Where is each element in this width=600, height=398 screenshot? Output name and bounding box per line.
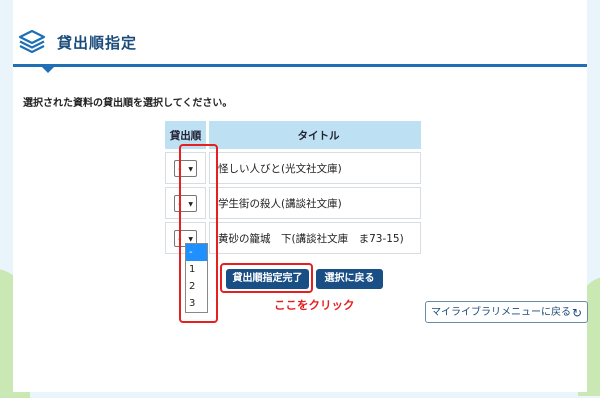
book-title: 学生街の殺人(講談社文庫) — [209, 187, 421, 219]
book-title: 黄砂の籠城 下(講談社文庫 ま73-15) — [209, 222, 421, 254]
back-to-mylibrary-label: マイライブラリメニューに戻る — [431, 307, 571, 318]
header-title: タイトル — [209, 121, 421, 149]
complete-order-button[interactable]: 貸出順指定完了 — [226, 269, 309, 289]
layers-icon — [18, 29, 46, 53]
click-here-annotation: ここをクリック — [274, 298, 355, 312]
back-to-selection-button[interactable]: 選択に戻る — [316, 269, 383, 289]
header-notch — [39, 64, 57, 73]
highlight-order-column — [179, 144, 218, 323]
instruction-text: 選択された資料の貸出順を選択してください。 — [23, 98, 233, 109]
book-title: 怪しい人びと(光文社文庫) — [209, 152, 421, 184]
page-title: 貸出順指定 — [57, 34, 138, 52]
page-header: 貸出順指定 — [13, 20, 587, 64]
refresh-icon: ↻ — [571, 306, 582, 320]
back-to-mylibrary-button[interactable]: マイライブラリメニューに戻る ↻ — [425, 301, 588, 323]
header-divider — [13, 64, 587, 67]
